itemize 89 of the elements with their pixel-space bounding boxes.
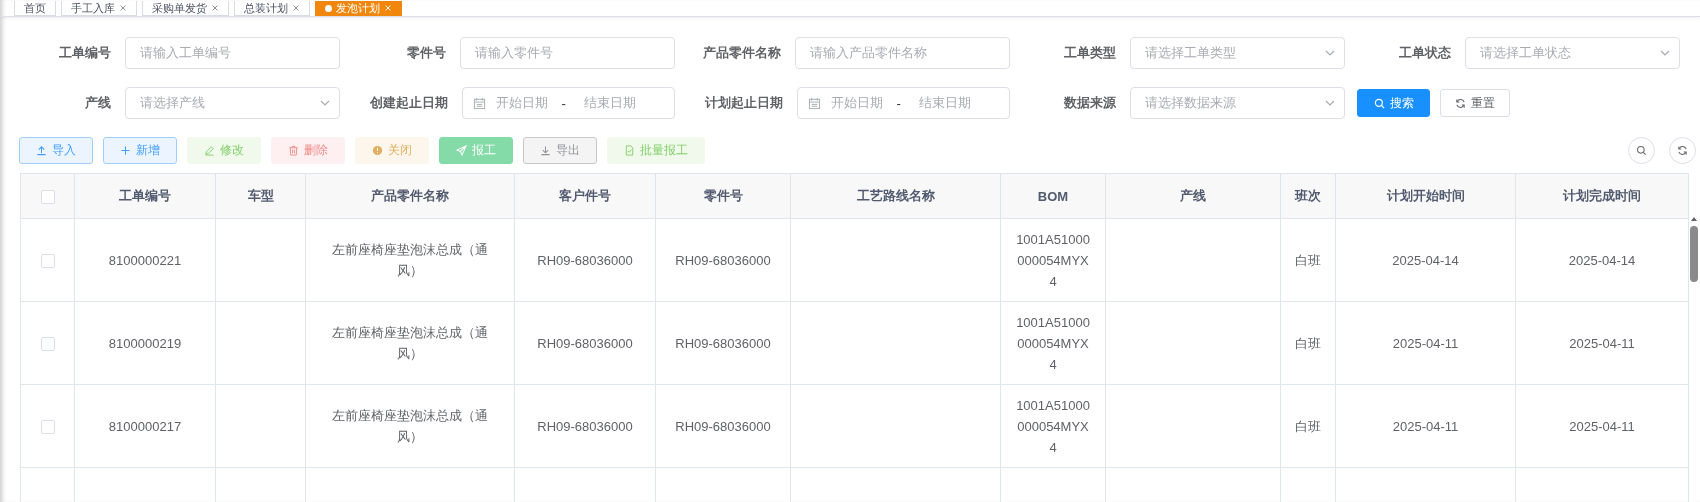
filter-label: 计划起止日期: [703, 94, 783, 112]
column-header: BOM: [1037, 188, 1069, 204]
calendar-icon: [807, 96, 821, 110]
table-cell: 2025-04-14: [1392, 252, 1459, 268]
row-checkbox[interactable]: [40, 254, 55, 269]
select-field[interactable]: 请选择工单类型: [1130, 37, 1345, 69]
trash-icon: [288, 145, 299, 156]
calendar-icon: [472, 96, 486, 110]
column-header: 工单编号: [119, 188, 171, 203]
column-header: 班次: [1295, 188, 1321, 203]
refresh-button[interactable]: [1669, 137, 1696, 164]
column-header: 车型: [247, 188, 274, 203]
table-cell: 白班: [1295, 418, 1321, 434]
upload-icon: [36, 145, 47, 156]
page-tab[interactable]: 总装计划: [234, 1, 310, 16]
input-field[interactable]: 请输入零件号: [460, 37, 675, 69]
close-icon[interactable]: [211, 4, 219, 12]
document-check-icon: [624, 145, 635, 156]
table-cell: 1001A51000000054MYX4: [1016, 231, 1090, 289]
column-header: 计划完成时间: [1563, 188, 1641, 203]
table-cell: 8100000219: [108, 335, 182, 351]
table-cell: 左前座椅座垫泡沫总成（通风）: [332, 325, 488, 361]
filter-label: 工单类型: [1063, 44, 1117, 62]
input-field[interactable]: 请输入工单编号: [125, 37, 340, 69]
table-cell: 2025-04-11: [1569, 335, 1635, 351]
page-tab[interactable]: 首页: [14, 1, 56, 16]
filter-label: 工单编号: [58, 44, 112, 62]
table-cell: 8100000221: [108, 252, 182, 268]
table-cell: 1001A51000000054MYX4: [1016, 314, 1090, 372]
filter-label: 产品零件名称: [702, 44, 782, 62]
input-field[interactable]: 请输入产品零件名称: [795, 37, 1010, 69]
pencil-icon: [204, 145, 215, 156]
table-cell: 左前座椅座垫泡沫总成（通风）: [332, 408, 488, 444]
close-icon[interactable]: [292, 4, 300, 12]
table-cell: 2025-04-11: [1392, 418, 1459, 434]
table-cell: 2025-04-11: [1392, 335, 1459, 351]
filter-label: 工单状态: [1398, 44, 1452, 62]
select-all-checkbox[interactable]: [40, 189, 55, 204]
search-button[interactable]: [1628, 137, 1655, 164]
column-header: 工艺路线名称: [856, 188, 935, 203]
table-cell: RH09-68036000: [537, 252, 633, 268]
column-header: 零件号: [703, 188, 743, 203]
column-header: 客户件号: [559, 188, 611, 203]
search-button[interactable]: 搜索: [1357, 89, 1430, 117]
scrollbar-thumb[interactable]: [1690, 226, 1698, 282]
table-cell: 左前座椅座垫泡沫总成（通风）: [332, 242, 488, 278]
plus-icon: [120, 145, 131, 156]
table-cell: 白班: [1295, 335, 1321, 351]
table-cell: 2025-04-14: [1568, 252, 1636, 268]
table-cell: 白班: [1295, 252, 1321, 268]
page-tab[interactable]: 手工入库: [61, 1, 137, 16]
table-cell: RH09-68036000: [537, 418, 633, 434]
search-icon: [1636, 145, 1647, 156]
table-cell: RH09-68036000: [675, 418, 771, 434]
column-header: 计划开始时间: [1386, 188, 1465, 203]
download-icon: [540, 145, 551, 156]
date-range-field[interactable]: 开始日期 - 结束日期: [796, 87, 1010, 119]
table-cell: 8100000217: [108, 418, 182, 434]
filter-label: 零件号: [406, 44, 447, 62]
paper-plane-icon: [456, 145, 467, 156]
date-range-field[interactable]: 开始日期 - 结束日期: [461, 87, 675, 119]
toolbar-button[interactable]: 导出: [523, 137, 597, 164]
table-cell: 2025-04-11: [1569, 418, 1635, 434]
search-icon: [1373, 97, 1385, 109]
scroll-up-icon[interactable]: [1690, 216, 1698, 222]
refresh-icon: [1677, 145, 1688, 156]
warning-icon: [372, 145, 383, 156]
page-tab[interactable]: 采购单发货: [142, 1, 229, 16]
row-checkbox[interactable]: [40, 420, 55, 435]
select-field[interactable]: 请选择数据来源: [1130, 87, 1345, 119]
filter-label: 产线: [84, 94, 112, 112]
filter-label: 创建起止日期: [368, 94, 448, 112]
toolbar-button[interactable]: 新增: [103, 137, 177, 164]
page-tab[interactable]: 发泡计划: [315, 1, 402, 16]
select-field[interactable]: 请选择工单状态: [1465, 37, 1680, 69]
row-checkbox[interactable]: [40, 337, 55, 352]
column-header: 产品零件名称: [371, 188, 449, 203]
reset-button[interactable]: 重置: [1440, 89, 1510, 117]
filter-label: 数据来源: [1063, 94, 1117, 112]
refresh-icon: [1455, 97, 1466, 109]
table-cell: RH09-68036000: [675, 252, 771, 268]
active-dot-icon: [325, 4, 332, 12]
close-icon[interactable]: [119, 4, 127, 12]
table-cell: 1001A51000000054MYX4: [1016, 397, 1090, 455]
select-field[interactable]: 请选择产线: [125, 87, 340, 119]
table-cell: RH09-68036000: [675, 335, 771, 351]
column-header: 产线: [1180, 188, 1206, 203]
table-cell: RH09-68036000: [537, 335, 633, 351]
toolbar-button[interactable]: 导入: [19, 137, 93, 164]
